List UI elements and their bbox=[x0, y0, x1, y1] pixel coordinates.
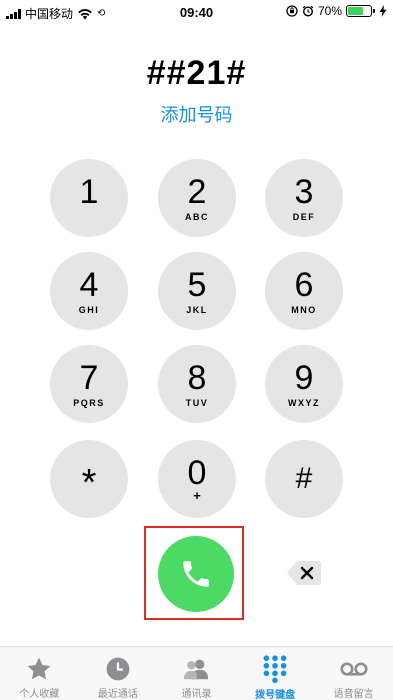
key-7[interactable]: 7 PQRS bbox=[50, 345, 128, 423]
tab-label: 语音留言 bbox=[333, 689, 374, 700]
key-digit: 5 bbox=[187, 265, 207, 304]
voicemail-icon bbox=[340, 655, 368, 682]
key-letters: JKL bbox=[186, 304, 208, 315]
key-6[interactable]: 6 MNO bbox=[265, 252, 343, 330]
tab-bar: 个人收藏 最近通话 通讯录 拨号键盘 语音留言 bbox=[0, 646, 393, 700]
battery-icon bbox=[346, 5, 375, 17]
carrier-name: 中国移动 bbox=[25, 7, 74, 21]
key-digit: 6 bbox=[294, 265, 314, 304]
tab-label: 通讯录 bbox=[181, 689, 212, 700]
key-4[interactable]: 4 GHI bbox=[50, 252, 128, 330]
key-letters: PQRS bbox=[73, 397, 105, 408]
key-5[interactable]: 5 JKL bbox=[158, 252, 236, 330]
key-0[interactable]: 0 + bbox=[158, 440, 236, 518]
battery-percent: 70% bbox=[317, 4, 342, 18]
star-icon bbox=[25, 655, 53, 682]
key-digit: 3 bbox=[294, 172, 314, 211]
key-digit: 0 bbox=[187, 453, 207, 492]
tab-label: 个人收藏 bbox=[19, 689, 60, 700]
key-digit: 9 bbox=[294, 358, 314, 397]
delete-button[interactable] bbox=[286, 560, 322, 586]
status-left: 中国移动 ⟲ bbox=[6, 5, 105, 22]
key-8[interactable]: 8 TUV bbox=[158, 345, 236, 423]
alarm-icon bbox=[302, 5, 314, 17]
call-button[interactable] bbox=[158, 536, 234, 612]
key-digit: # bbox=[295, 462, 313, 495]
key-2[interactable]: 2 ABC bbox=[158, 159, 236, 237]
key-1[interactable]: 1 bbox=[50, 159, 128, 237]
charging-icon bbox=[379, 5, 387, 17]
orientation-lock-icon bbox=[286, 5, 298, 17]
keypad-icon bbox=[261, 655, 289, 683]
key-digit: 4 bbox=[79, 265, 99, 304]
key-letters: WXYZ bbox=[288, 397, 320, 408]
status-right: 70% bbox=[286, 4, 387, 18]
key-9[interactable]: 9 WXYZ bbox=[265, 345, 343, 423]
key-star[interactable]: * bbox=[50, 440, 128, 518]
key-3[interactable]: 3 DEF bbox=[265, 159, 343, 237]
tab-voicemail[interactable]: 语音留言 bbox=[314, 647, 393, 700]
add-number-link[interactable]: 添加号码 bbox=[0, 101, 393, 127]
clock-icon bbox=[104, 655, 132, 682]
tab-keypad[interactable]: 拨号键盘 bbox=[236, 647, 315, 700]
key-digit: 7 bbox=[79, 358, 99, 397]
wifi-icon bbox=[78, 8, 92, 19]
phone-icon bbox=[183, 561, 209, 587]
key-letters: MNO bbox=[291, 304, 317, 315]
key-letters: DEF bbox=[292, 211, 316, 222]
key-digit: 8 bbox=[187, 358, 207, 397]
key-letters: ABC bbox=[185, 211, 209, 222]
key-digit: 2 bbox=[187, 172, 207, 211]
sync-icon: ⟲ bbox=[97, 8, 106, 19]
key-letters: GHI bbox=[78, 304, 100, 315]
tab-recents[interactable]: 最近通话 bbox=[79, 647, 158, 700]
battery-fill bbox=[348, 7, 364, 15]
signal-icon bbox=[6, 8, 21, 19]
status-bar: 中国移动 ⟲ 09:40 70% bbox=[0, 0, 393, 24]
tab-favorites[interactable]: 个人收藏 bbox=[0, 647, 79, 700]
key-letters: TUV bbox=[185, 397, 209, 408]
key-digit: * bbox=[81, 462, 97, 504]
tab-label: 最近通话 bbox=[97, 689, 138, 700]
key-hash[interactable]: # bbox=[265, 440, 343, 518]
key-letters: + bbox=[193, 487, 201, 503]
tab-contacts[interactable]: 通讯录 bbox=[157, 647, 236, 700]
contacts-icon bbox=[182, 655, 210, 682]
tab-label: 拨号键盘 bbox=[255, 690, 296, 700]
dialed-number: ##21# bbox=[146, 54, 247, 92]
key-digit: 1 bbox=[79, 172, 99, 211]
